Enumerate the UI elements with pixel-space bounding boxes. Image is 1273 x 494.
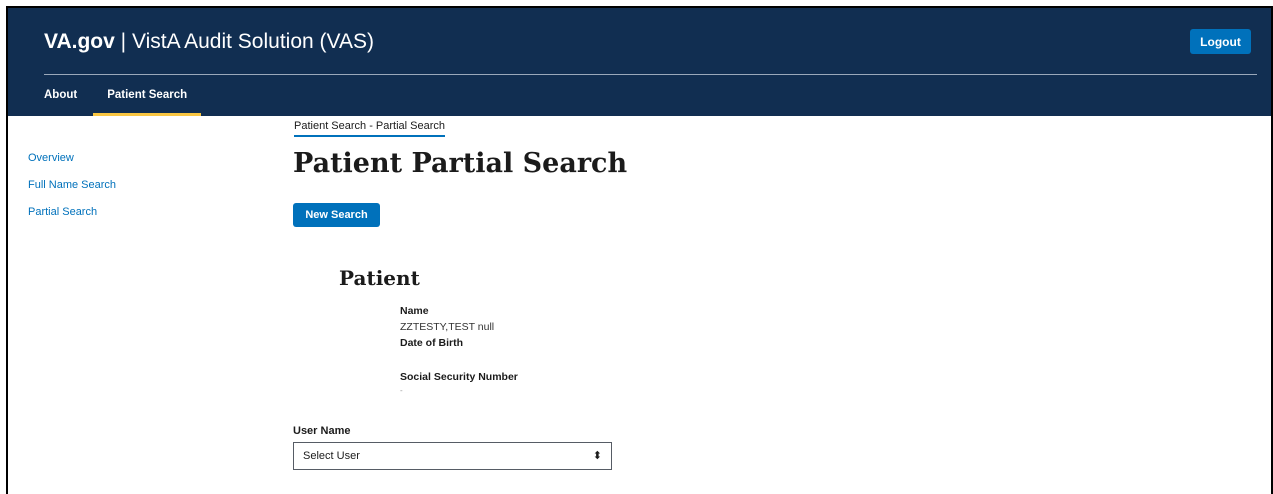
site-header: VA.gov | VistA Audit Solution (VAS) Logo…: [8, 8, 1271, 116]
header-divider: [44, 74, 1257, 75]
nav-patient-search[interactable]: Patient Search: [93, 89, 202, 116]
user-select-value: Select User: [303, 450, 360, 462]
sidebar: Overview Full Name Search Partial Search: [28, 152, 116, 233]
select-arrows-icon: ⬍: [592, 449, 602, 462]
patient-name-label: Name: [400, 305, 429, 317]
brand-name: VA.gov: [44, 30, 115, 53]
ssn-value: -: [400, 386, 403, 395]
logout-button[interactable]: Logout: [1190, 29, 1251, 54]
page-title: Patient Partial Search: [293, 148, 628, 179]
brand-separator: |: [120, 30, 127, 53]
patient-section-title: Patient: [339, 266, 420, 290]
nav-about[interactable]: About: [44, 89, 93, 116]
user-name-label: User Name: [293, 425, 351, 437]
app-title: VistA Audit Solution (VAS): [131, 30, 374, 53]
new-search-button[interactable]: New Search: [293, 203, 380, 227]
main-nav: About Patient Search: [44, 89, 202, 116]
dob-label: Date of Birth: [400, 337, 463, 349]
site-brand[interactable]: VA.gov | VistA Audit Solution (VAS): [44, 30, 374, 54]
sidebar-item-partial-search[interactable]: Partial Search: [28, 206, 116, 218]
sidebar-item-full-name-search[interactable]: Full Name Search: [28, 179, 116, 191]
ssn-label: Social Security Number: [400, 371, 518, 383]
user-select[interactable]: Select User ⬍: [293, 442, 612, 470]
patient-name-value: ZZTESTY,TEST null: [400, 321, 495, 333]
sidebar-item-overview[interactable]: Overview: [28, 152, 116, 164]
breadcrumb[interactable]: Patient Search - Partial Search: [294, 120, 446, 137]
